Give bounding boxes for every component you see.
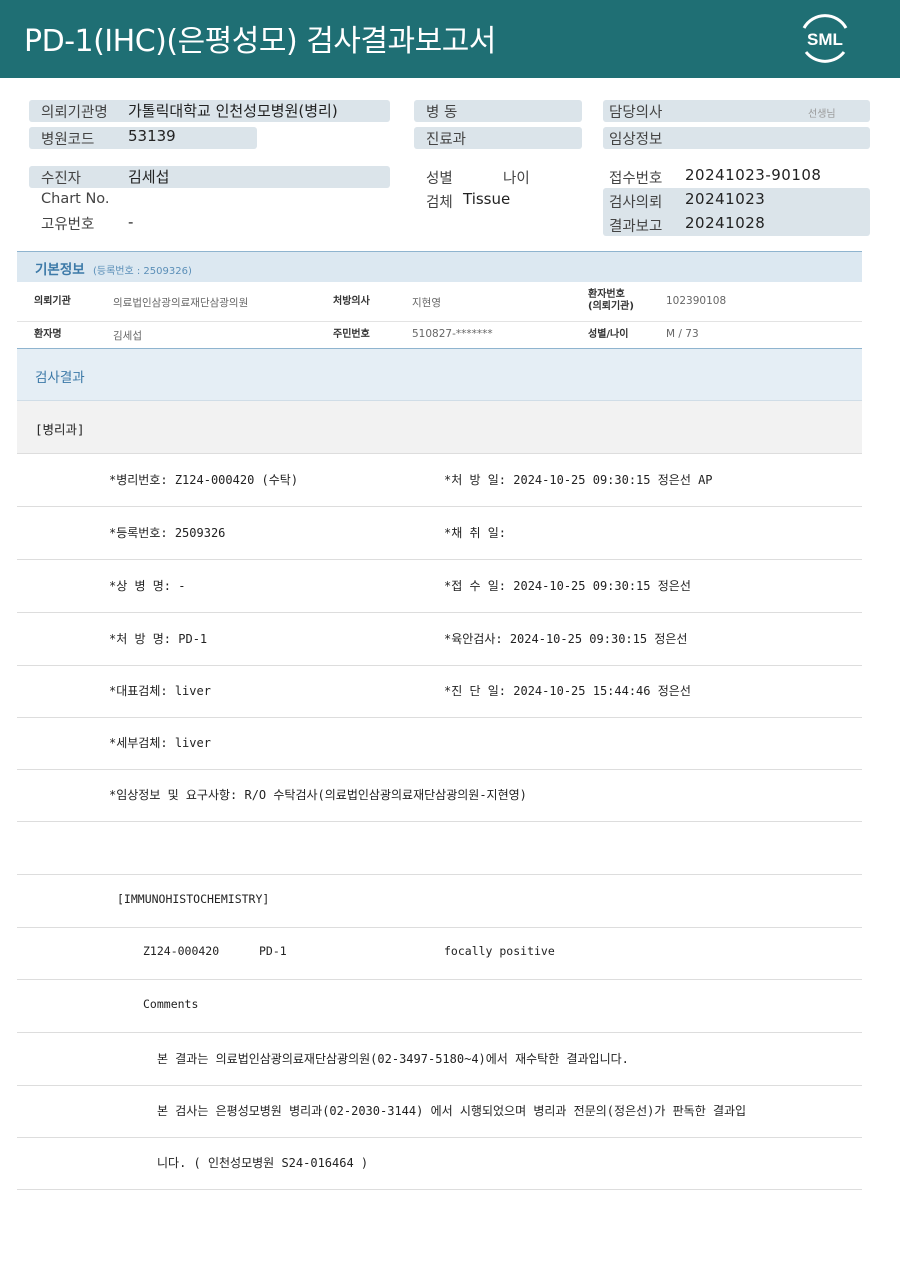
result-row: 본 검사는 은평성모병원 병리과(02-2030-3144) 에서 시행되었으며… — [17, 1085, 862, 1138]
ihc-header: [IMMUNOHISTOCHEMISTRY] — [117, 892, 270, 906]
logo-text: SML — [807, 30, 843, 49]
diagnosis-date: *진 단 일: 2024-10-25 15:44:46 정은선 — [444, 684, 691, 698]
basic-info-title: 기본정보 — [35, 262, 85, 278]
clinical-request: *임상정보 및 요구사항: R/O 수탁검사(의료법인삼광의료재단삼광의원-지현… — [109, 788, 527, 802]
patient-no-key: 환자번호 — [588, 289, 625, 300]
specimen-value: Tissue — [463, 190, 511, 208]
disease-name: *상 병 명: - — [109, 579, 186, 593]
representative-specimen: *대표검체: liver — [109, 684, 211, 698]
hospital-code-value: 53139 — [128, 127, 176, 145]
basic-info-header: 기본정보 (등록번호 : 2509326) — [17, 251, 862, 282]
ward-label: 병 동 — [426, 105, 458, 121]
institution-val: 의료법인삼광의료재단삼광의원 — [113, 297, 249, 309]
department-label: [병리과] — [35, 422, 85, 437]
result-row: *등록번호: 2509326 *채 취 일: — [17, 507, 862, 560]
result-header: 검사결과 — [17, 348, 862, 401]
prescriber-key: 처방의사 — [333, 296, 370, 307]
clinical-label: 임상정보 — [609, 132, 663, 148]
result-row: *대표검체: liver *진 단 일: 2024-10-25 15:44:46… — [17, 665, 862, 718]
registration-no: *등록번호: 2509326 — [109, 526, 226, 540]
blank-row — [17, 822, 862, 875]
sml-logo: SML — [796, 12, 854, 66]
report-value: 20241028 — [685, 214, 766, 232]
doctor-label: 담당의사 — [609, 105, 663, 121]
ihc-result: focally positive — [444, 944, 555, 958]
institution-label: 의뢰기관명 — [41, 105, 108, 121]
result-row: *처 방 명: PD-1 *육안검사: 2024-10-25 09:30:15 … — [17, 613, 862, 666]
receipt-date: *접 수 일: 2024-10-25 09:30:15 정은선 — [444, 579, 691, 593]
unique-no-label: 고유번호 — [41, 217, 95, 233]
dept-label: 진료과 — [426, 132, 467, 148]
recipient-value: 김세섭 — [128, 168, 170, 186]
recipient-box — [29, 166, 390, 188]
basic-info-reg-no: (등록번호 : 2509326) — [93, 266, 192, 277]
prescriber-val: 지현영 — [412, 297, 441, 309]
collection-date: *채 취 일: — [444, 526, 507, 540]
unique-no-value: - — [128, 213, 134, 231]
sex-label: 성별 — [426, 171, 453, 187]
rrn-val: 510827-******* — [412, 328, 493, 340]
rrn-key: 주민번호 — [333, 329, 370, 340]
name-key: 환자명 — [34, 329, 62, 340]
institution-key: 의뢰기관 — [34, 296, 71, 307]
institution-value: 가톨릭대학교 인천성모병원(병리) — [128, 102, 338, 120]
chart-no-label: Chart No. — [41, 191, 110, 207]
patient-no-key-sub: (의뢰기관) — [588, 301, 634, 312]
pathology-no: *병리번호: Z124-000420 (수탁) — [109, 473, 299, 487]
result-row: *병리번호: Z124-000420 (수탁) *처 방 일: 2024-10-… — [17, 454, 862, 507]
result-row: 니다. ( 인천성모병원 S24-016464 ) — [17, 1137, 862, 1190]
result-row: *상 병 명: - *접 수 일: 2024-10-25 09:30:15 정은… — [17, 560, 862, 613]
specimen-label: 검체 — [426, 195, 453, 211]
result-title: 검사결과 — [35, 370, 85, 386]
age-label: 나이 — [503, 171, 530, 187]
comment-line-3: 니다. ( 인천성모병원 S24-016464 ) — [157, 1156, 369, 1170]
request-value: 20241023 — [685, 190, 766, 208]
ihc-case-no: Z124-000420 — [143, 944, 220, 958]
recipient-label: 수진자 — [41, 171, 82, 187]
name-val: 김세섭 — [113, 330, 142, 342]
patient-no-val: 102390108 — [666, 295, 727, 307]
gross-exam-date: *육안검사: 2024-10-25 09:30:15 정은선 — [444, 632, 688, 646]
doctor-suffix: 선생님 — [808, 109, 836, 120]
comment-line-2: 본 검사는 은평성모병원 병리과(02-2030-3144) 에서 시행되었으며… — [157, 1104, 747, 1118]
report-header: PD-1(IHC)(은평성모) 검사결과보고서 SML — [0, 0, 900, 78]
hospital-code-label: 병원코드 — [41, 132, 95, 148]
request-label: 검사의뢰 — [609, 195, 663, 211]
result-row: [IMMUNOHISTOCHEMISTRY] — [17, 875, 862, 928]
comment-line-1: 본 결과는 의료법인삼광의료재단삼광의원(02-3497-5180~4)에서 재… — [157, 1052, 629, 1066]
receipt-value: 20241023-90108 — [685, 166, 822, 184]
sexage-key: 성별/나이 — [588, 329, 629, 340]
prescription-date: *처 방 일: 2024-10-25 09:30:15 정은선 AP — [444, 473, 713, 487]
result-row: Comments — [17, 980, 862, 1033]
sexage-val: M / 73 — [666, 328, 699, 340]
result-row: Z124-000420 PD-1 focally positive — [17, 927, 862, 980]
detail-specimen: *세부검체: liver — [109, 736, 211, 750]
result-row: 본 결과는 의료법인삼광의료재단삼광의원(02-3497-5180~4)에서 재… — [17, 1033, 862, 1086]
report-title: PD-1(IHC)(은평성모) 검사결과보고서 — [24, 24, 496, 59]
result-row: *임상정보 및 요구사항: R/O 수탁검사(의료법인삼광의료재단삼광의원-지현… — [17, 769, 862, 822]
basic-info-row: 환자명 김세섭 주민번호 510827-******* 성별/나이 M / 73 — [17, 322, 862, 349]
basic-info-table: 기본정보 (등록번호 : 2509326) 의뢰기관 의료법인삼광의료재단삼광의… — [17, 251, 862, 349]
basic-info-row: 의뢰기관 의료법인삼광의료재단삼광의원 처방의사 지현영 환자번호 (의뢰기관)… — [17, 282, 862, 322]
receipt-label: 접수번호 — [609, 171, 663, 187]
report-label: 결과보고 — [609, 219, 663, 235]
prescription-name: *처 방 명: PD-1 — [109, 632, 208, 646]
department-row: [병리과] — [17, 401, 862, 454]
result-row: *세부검체: liver — [17, 717, 862, 770]
ihc-marker: PD-1 — [259, 944, 287, 958]
comments-label: Comments — [143, 997, 199, 1011]
